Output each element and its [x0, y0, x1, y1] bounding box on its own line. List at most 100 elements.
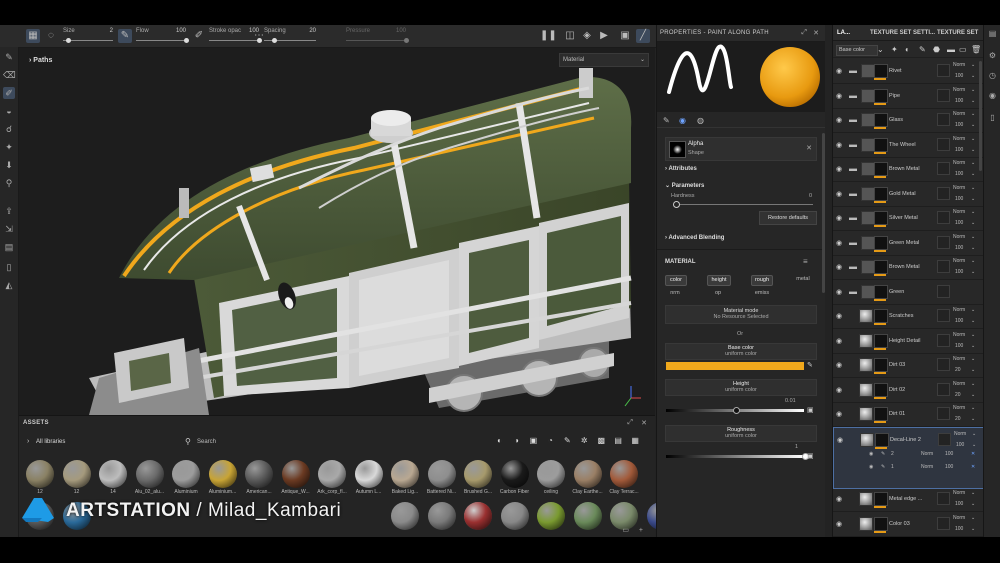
list-menu-icon[interactable]: ≡	[803, 257, 808, 266]
folder-icon[interactable]: ▬	[849, 287, 857, 296]
layer-opacity[interactable]: 100	[955, 220, 963, 226]
document-icon[interactable]: ▯	[3, 261, 15, 273]
asset-tile[interactable]: Aluminium...	[206, 460, 240, 495]
chevron-down-icon[interactable]: ⌄	[971, 171, 975, 177]
viewport-mode-select[interactable]: Material ⌄	[559, 53, 649, 67]
brush-filter-icon[interactable]: ✎	[563, 436, 572, 445]
parameters-section[interactable]: ⌄ Parameters	[665, 182, 704, 189]
spacing-slider[interactable]: Spacing 20	[264, 28, 316, 46]
paint-path-icon[interactable]: ╱	[636, 29, 650, 43]
visibility-eye-icon[interactable]: ◉	[836, 214, 842, 222]
layer-row[interactable]: ◉ Scratches Norm ⌄ 100 ⌄	[833, 304, 983, 329]
cube-icon[interactable]: ◈	[580, 29, 594, 43]
asset-tile[interactable]: ceiling	[534, 460, 568, 495]
close-icon[interactable]: ✕	[641, 419, 647, 427]
asset-tile[interactable]	[388, 502, 422, 530]
chevron-down-icon[interactable]: ⌄	[971, 318, 975, 324]
grid-icon[interactable]: ▦	[26, 29, 40, 43]
visibility-eye-icon[interactable]: ◉	[836, 92, 842, 100]
chevron-down-icon[interactable]: ⌄	[971, 269, 975, 275]
layer-opacity[interactable]: 20	[955, 416, 961, 422]
folder-icon[interactable]: ▬	[849, 91, 857, 100]
blend-mode[interactable]: Norm	[953, 160, 965, 166]
color-picker-icon[interactable]: ⚲	[3, 177, 15, 189]
grid-view-icon[interactable]: ▦	[631, 436, 640, 445]
asset-tile[interactable]: Carbon Fiber	[498, 460, 532, 495]
layer-opacity[interactable]: 100	[955, 98, 963, 104]
blend-mode[interactable]: Norm	[954, 431, 966, 437]
chevron-down-icon[interactable]: ⌄	[971, 356, 975, 362]
roughness-slot[interactable]: Roughness uniform color	[665, 425, 817, 442]
paint-layer-icon[interactable]: ✎	[919, 45, 926, 54]
chevron-down-icon[interactable]: ⌄	[971, 220, 975, 226]
sublayer-row[interactable]: ◉ ✎ 2 Norm 100 ✕	[869, 449, 981, 461]
channel-nrm-toggle[interactable]: nrm	[665, 289, 685, 298]
pen-pressure-icon[interactable]: ✎	[118, 29, 132, 43]
blend-mode[interactable]: Norm	[921, 464, 933, 470]
visibility-eye-icon[interactable]: ◉	[836, 288, 842, 296]
channel-rough-toggle[interactable]: rough	[751, 275, 773, 286]
folder-icon[interactable]: ▬	[849, 140, 857, 149]
pressure-slider[interactable]: Pressure 100	[346, 28, 409, 46]
layer-row[interactable]: ◉ ▬ Glass Norm ⌄ 100 ⌄	[833, 108, 983, 133]
hardness-slider[interactable]	[675, 204, 813, 205]
import-icon[interactable]: ▭	[622, 526, 629, 534]
folder-icon[interactable]: ▬	[849, 189, 857, 198]
brush-size-icon[interactable]: ◌	[44, 29, 58, 43]
measure-icon[interactable]: ⇲	[3, 223, 15, 235]
duplicate-icon[interactable]: ▭	[959, 45, 967, 54]
video-camera-icon[interactable]: ▶	[597, 29, 611, 43]
hardness-knob[interactable]	[673, 201, 680, 208]
stamp-icon[interactable]: ⬇	[3, 159, 15, 171]
chevron-down-icon[interactable]: ⌄	[971, 392, 975, 398]
paint-brush-icon[interactable]: ✎	[3, 51, 15, 63]
blend-mode[interactable]: Norm	[953, 234, 965, 240]
visibility-eye-icon[interactable]: ◉	[836, 239, 842, 247]
visibility-eye-icon[interactable]: ◉	[836, 116, 842, 124]
height-slot[interactable]: Height uniform color	[665, 379, 817, 396]
alpha-tab-icon[interactable]: ◉	[679, 116, 686, 125]
alpha-slot[interactable]: Alpha Shape ✕	[665, 137, 817, 161]
chevron-down-icon[interactable]: ⌄	[971, 526, 975, 532]
asset-tile[interactable]: 12	[23, 460, 57, 495]
chevron-down-icon[interactable]: ⌄	[971, 332, 975, 338]
layer-row[interactable]: ◉ Height Detail Norm ⌄ 100 ⌄	[833, 329, 983, 354]
visibility-eye-icon[interactable]: ◉	[836, 165, 842, 173]
blend-mode[interactable]: Norm	[953, 332, 965, 338]
visibility-eye-icon[interactable]: ◉	[836, 263, 842, 271]
chevron-right-icon[interactable]: ›	[27, 438, 29, 445]
blend-mode[interactable]: Norm	[953, 87, 965, 93]
blend-mode[interactable]: Norm	[953, 209, 965, 215]
camera-frame-icon[interactable]: ◫	[563, 29, 577, 43]
chevron-down-icon[interactable]: ⌄	[971, 147, 975, 153]
chevron-down-icon[interactable]: ⌄	[971, 501, 975, 507]
layer-row[interactable]: ◉ Dirt 03 Norm ⌄ 20 ⌄	[833, 353, 983, 378]
layer-row[interactable]: ◉ ▬ Silver Metal Norm ⌄ 100 ⌄	[833, 206, 983, 231]
visibility-eye-icon[interactable]: ◉	[836, 361, 842, 369]
asset-tile[interactable]: 14	[96, 460, 130, 495]
add-folder-icon[interactable]: ▬	[947, 45, 955, 54]
material-mode-slot[interactable]: Material mode No Resource Selected	[665, 305, 817, 324]
blend-mode[interactable]: Norm	[953, 307, 965, 313]
particle-filter-icon[interactable]: ✲	[580, 436, 589, 445]
layer-row[interactable]: ◉ ▬ Green	[833, 280, 983, 305]
layer-opacity[interactable]: 100	[955, 196, 963, 202]
texture-slot-icon[interactable]: ▣	[807, 452, 814, 460]
blend-mode[interactable]: Norm	[953, 490, 965, 496]
chevron-down-icon[interactable]: ⌄	[971, 209, 975, 215]
polygon-fill-icon[interactable]: ◒	[3, 105, 15, 117]
tab-texture-set-list[interactable]: TEXTURE SET	[937, 30, 978, 36]
close-icon[interactable]: ✕	[971, 451, 975, 457]
chevron-down-icon[interactable]: ⌄	[971, 122, 975, 128]
asset-tile[interactable]: Clay Terrac...	[607, 460, 641, 495]
asset-search-input[interactable]: Search	[197, 439, 216, 445]
chevron-down-icon[interactable]: ⌄	[971, 62, 975, 68]
chevron-down-icon[interactable]: ⌄	[877, 45, 884, 54]
visibility-eye-icon[interactable]: ◉	[869, 451, 873, 457]
layer-opacity[interactable]: 100	[955, 269, 963, 275]
size-slider[interactable]: Size 2	[63, 28, 113, 46]
asset-tile[interactable]	[534, 502, 568, 530]
add-icon[interactable]: +	[639, 527, 643, 534]
layer-row[interactable]: ◉ Metal edge ... Norm ⌄ 100 ⌄	[833, 487, 983, 512]
blend-mode[interactable]: Norm	[953, 258, 965, 264]
